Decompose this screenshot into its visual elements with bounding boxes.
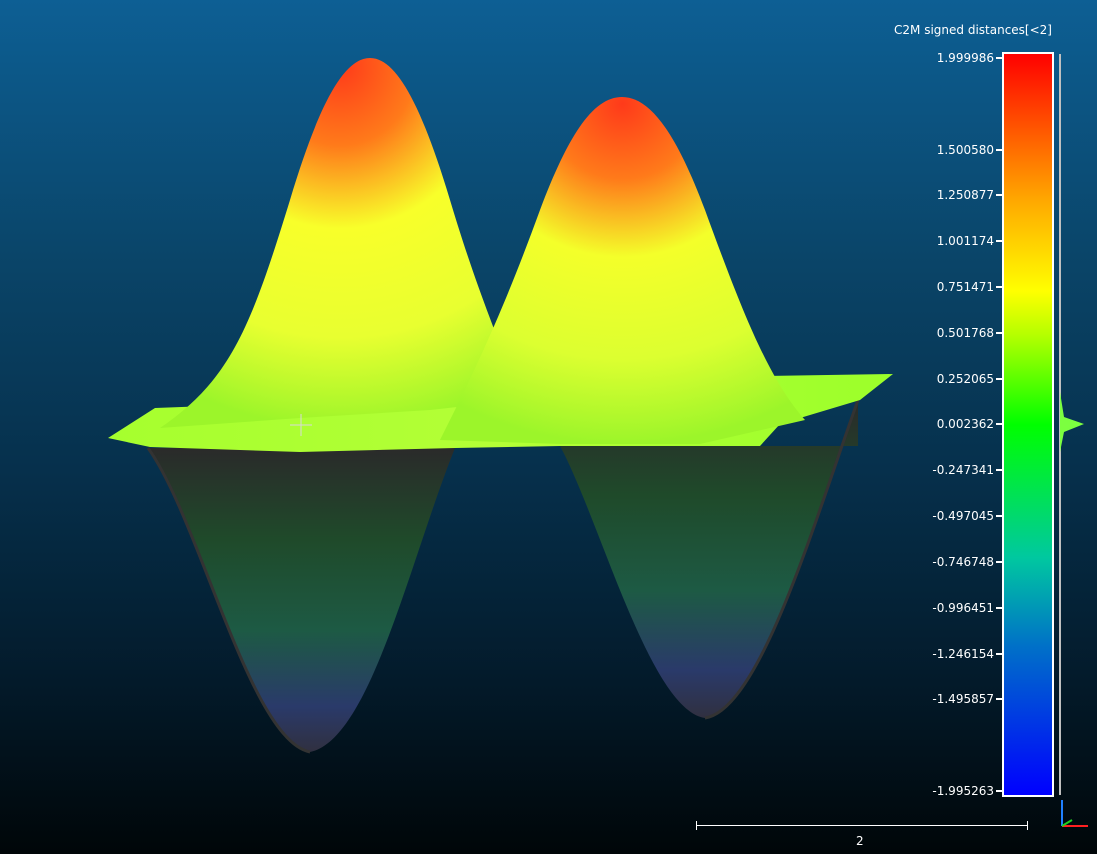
color-scale-tick-mark: [996, 698, 1002, 701]
color-scale-tick-label: 1.500580: [936, 142, 994, 157]
3d-viewport[interactable]: [0, 0, 1097, 854]
scalar-field-title: C2M signed distances[<2]: [894, 23, 1052, 37]
color-scale-tick-mark: [996, 57, 1002, 59]
color-scale-tick-mark: [996, 331, 1002, 334]
peak-right: [440, 97, 805, 444]
color-scale-tick-mark: [996, 515, 1002, 518]
color-scale-tick-mark: [996, 469, 1002, 472]
color-scale-tick-mark: [996, 240, 1002, 243]
color-scale-tick-mark: [996, 286, 1002, 289]
scale-bar-label: 2: [856, 834, 864, 848]
color-scale-tick-mark: [996, 560, 1002, 563]
color-scale-tick-label: -1.246154: [932, 646, 994, 661]
color-scale-tick-mark: [996, 652, 1002, 655]
valley-right: [560, 400, 858, 718]
color-scale-tick-label: -1.995263: [932, 784, 994, 798]
color-scale-tick-mark: [996, 377, 1002, 380]
color-scale-tick-label: -0.497045: [932, 509, 994, 524]
color-scale-tick-label: 1.250877: [936, 188, 994, 203]
color-scale-tick-label: 1.999986: [936, 51, 994, 65]
color-scale-histogram: [1059, 54, 1084, 795]
color-scale-tick-mark: [996, 194, 1002, 197]
color-scale-tick-label: -0.746748: [932, 554, 994, 569]
color-scale-tick-label: -0.247341: [932, 463, 994, 478]
color-scale-tick-label: 0.751471: [936, 280, 994, 295]
color-scale-tick-label: 0.002362: [936, 417, 994, 432]
color-scale-tick-label: 1.001174: [936, 234, 994, 249]
color-scale-tick-mark: [996, 606, 1002, 609]
peak-left: [160, 58, 520, 428]
color-scale-tick-label: -1.495857: [932, 692, 994, 707]
color-scale-tick-mark: [996, 423, 1002, 426]
color-scale-tick-mark: [996, 148, 1002, 151]
valley-left: [148, 448, 455, 752]
color-scale-tick-label: 0.252065: [936, 371, 994, 386]
color-scale-tick-mark: [996, 790, 1002, 792]
color-scale-tick-label: -0.996451: [932, 600, 994, 615]
color-scale-tick-label: 0.501768: [936, 325, 994, 340]
scale-bar: [696, 821, 1028, 831]
axis-triad-icon: [1061, 800, 1088, 827]
color-scale-bar: [1002, 52, 1054, 797]
